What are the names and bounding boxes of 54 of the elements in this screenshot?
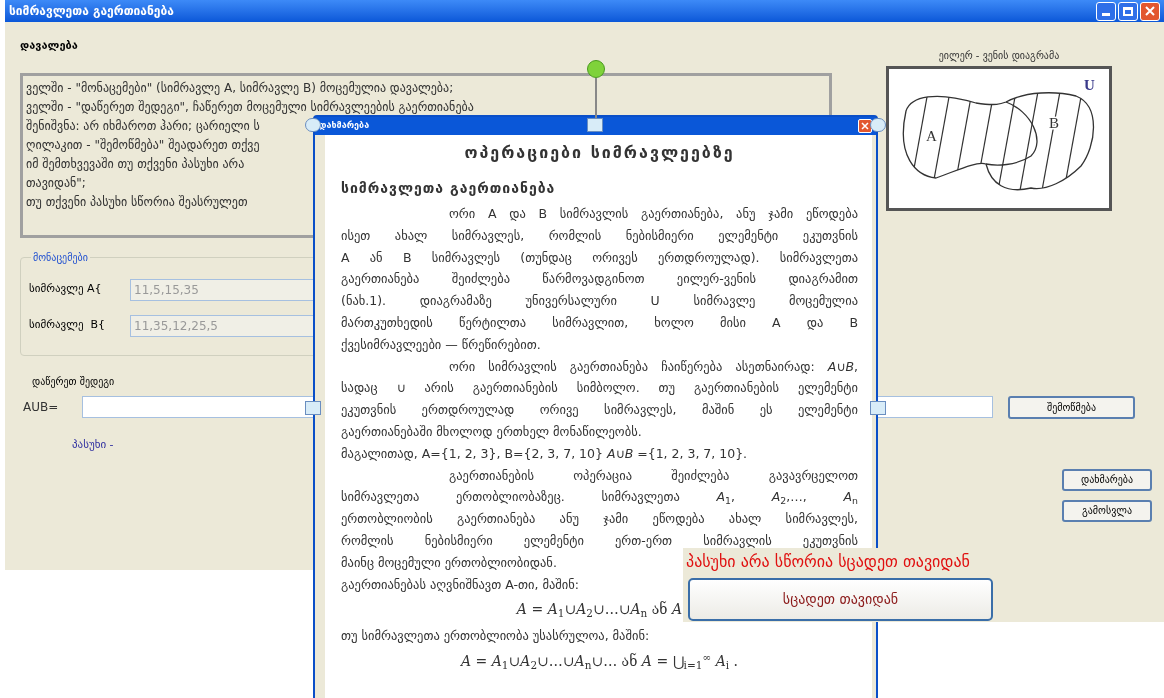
resize-handle[interactable] [587,118,603,132]
help-subheading: სიმრავლეთა გაერთიანება [341,179,556,198]
group-title: მონაცემები [32,250,89,265]
maximize-button[interactable] [1118,1,1138,21]
help-text-line: ორი A და B სიმრავლის გაერთიანება, ანუ ჯამი ეწოდება [448,205,858,223]
help-text-line: ერთობლიობის გაერთიანება ანუ ჯამი ეწოდება ახალ სიმრავლეს, [341,510,858,529]
task-text-line: თავიდან"; [26,174,86,192]
close-button[interactable] [1140,1,1160,21]
minimize-button[interactable] [1096,1,1116,21]
help-heading: ოპერაციები სიმრავლეებზე [463,142,736,164]
maximize-icon [1123,6,1133,16]
help-text-line: A = A$_{1}$∪A$_{2}$∪…∪A$_{n}$ ან A [516,600,683,621]
help-text-line: გაერთიანების ოპერაცია შეიძლება გავავრცელოთ [448,466,858,485]
check-button[interactable]: შემოწმება [1008,395,1135,419]
retry-button[interactable]: სცადეთ თავიდან [688,578,993,621]
help-text-line: A ან B სიმრავლეს (თუნდაც ორივეს ერთდროულად). სიმრავლეთა [341,248,858,267]
help-text-line: მაგალითად, A={1, 2, 3}, B={2, 3, 7, 10} A∪B ={1, 2, 3, 7, 10}. [341,444,748,463]
answer-label: პასუხი - [72,436,114,453]
help-text-line: მაინც მოცემული ერთობლიობიდან. [341,553,557,572]
task-text-line: შენიშვნა: არ იხმაროთ ჰარი; ცარიელი ს [26,117,260,135]
task-text-line: ღილაკით - "შემოწმება" შეადარეთ თქვე [26,136,260,154]
resize-handle[interactable] [305,401,321,415]
task-text-line: ველში - "მონაცემები" (სიმრავლე A, სიმრავლე B) მოცემულია დავალება; [26,79,454,97]
help-text-line: გაერთიანებაში მხოლოდ ერთხელ მონაწილეობს. [341,422,642,441]
help-text-line: ორი სიმრავლის გაერთიანება ჩაიწერება ასეთნაირად: A∪B, [448,357,858,376]
help-text-line: A = A$_{1}$∪A$_{2}$∪…∪A$_{n}$∪… ან A = ⋃$_{i=1}$$^{∞}$ A$_{i}$ . [460,649,739,673]
minimize-icon [1102,12,1110,16]
set-a-label: A [926,128,937,144]
help-text-line: სიმრავლეთა ერთობლიობაზეც. სიმრავლეთა A$_{1}$, A$_{2}$,…, A$_{n}$ [341,488,858,508]
task-text-line: ველში - "დაწერეთ შედეგი", ჩაწერეთ მოცემული სიმრავლეების გაერთიანება [26,98,474,116]
help-text-line: თუ სიმრავლეთა ერთობლიობა უსასრულოა, მაშინ: [341,627,650,646]
set-label: სიმრავლე B{ [29,317,106,334]
help-text-line: რომლის ნებისმიერი ელემენტი ერთ-ერთ სიმრავლის ეკუთვნის [341,531,858,550]
window-button[interactable]: დახმარება [1062,468,1152,491]
diagram-title: ეილერ - ვენის დიაგრამა [938,49,1060,63]
help-text-line: სადაც ∪ არის გაერთიანების სიმბოლო. თუ გაერთიანების ელემენტი [341,379,858,398]
help-text-line: გაერთიანებას აღვნიშნავთ A-თი, მაშინ: [341,575,580,594]
error-message: პასუხი არა სწორია სცადეთ თავიდან [685,551,971,573]
window-title: დახმარება [319,119,370,133]
help-text-line: ეკუთვნის ერთდროულად ორივე სიმრავლეს, მაშინ ეს ელემენტი [341,401,858,420]
set-label: სიმრავლე A{ [29,281,103,298]
help-text-line: ისეთ ახალ სიმრავლეს, რომლის ნებისმიერი ელემენტი ეკუთვნის [341,226,858,245]
help-text-line: ქვესიმრავლეები — წრეწირებით. [341,335,541,354]
task-text-line: თუ თქვენი პასუხი სწორია შეასრულეთ [26,193,248,211]
result-label: დაწერეთ შედეგი [32,374,115,389]
resize-handle[interactable] [870,401,886,415]
universe-label: U [1084,77,1095,93]
union-label: AUB= [23,399,60,416]
window-title: სიმრავლეთა გაერთიანება [9,3,174,20]
task-text-line: იმ შემთხვევაში თუ თქვენი პასუხი არა [26,155,245,173]
window-button[interactable]: გამოსვლა [1062,499,1152,522]
close-button[interactable] [858,119,872,133]
task-label: დავალება [20,38,79,54]
close-icon [1145,6,1155,16]
